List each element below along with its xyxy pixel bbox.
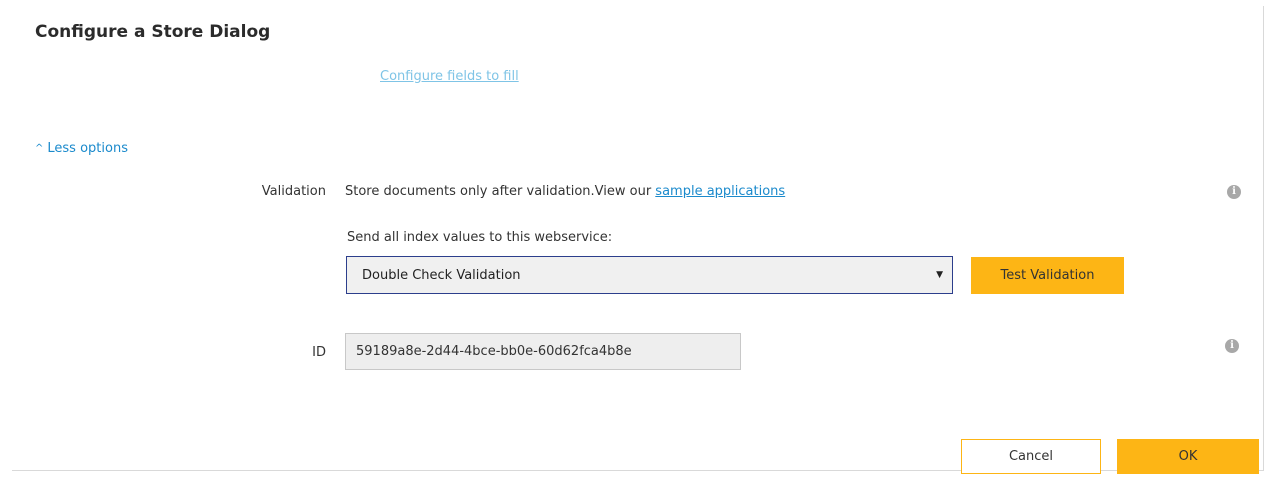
test-validation-button[interactable]: Test Validation	[971, 257, 1124, 294]
webservice-instruction: Send all index values to this webservice…	[347, 230, 613, 245]
cancel-button[interactable]: Cancel	[961, 439, 1101, 474]
id-label: ID	[312, 345, 326, 360]
dropdown-arrow-icon: ▼	[936, 270, 943, 280]
dialog-title: Configure a Store Dialog	[35, 22, 271, 42]
store-dialog: Configure a Store Dialog Configure field…	[12, 6, 1264, 474]
less-options-toggle[interactable]: ^ Less options	[35, 141, 128, 156]
ok-button[interactable]: OK	[1117, 439, 1259, 474]
validation-label: Validation	[261, 184, 326, 199]
id-field[interactable]: 59189a8e-2d44-4bce-bb0e-60d62fca4b8e	[345, 333, 741, 370]
info-icon[interactable]: i	[1225, 339, 1239, 353]
webservice-select[interactable]: Double Check Validation ▼	[346, 256, 953, 294]
chevron-up-icon: ^	[35, 143, 44, 154]
webservice-select-value: Double Check Validation	[362, 267, 521, 283]
validation-text: Store documents only after validation.Vi…	[345, 184, 656, 199]
validation-description: Store documents only after validation.Vi…	[345, 184, 785, 199]
configure-fields-link[interactable]: Configure fields to fill	[380, 69, 519, 84]
less-options-label: Less options	[47, 141, 128, 156]
info-icon[interactable]: i	[1227, 185, 1241, 199]
sample-applications-link[interactable]: sample applications	[655, 184, 785, 199]
